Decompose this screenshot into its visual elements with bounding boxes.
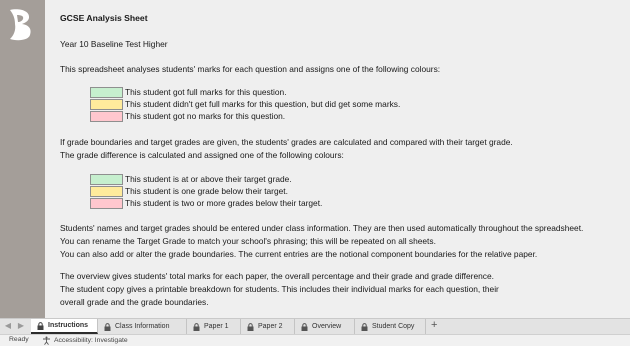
overview-line: The overview gives students' total marks… bbox=[60, 271, 494, 281]
scroll-tabs-right-icon[interactable]: ▶ bbox=[16, 321, 26, 333]
add-sheet-button[interactable]: + bbox=[431, 319, 437, 331]
tab-label: Class Information bbox=[115, 323, 170, 330]
tab-instructions[interactable]: Instructions bbox=[31, 319, 98, 334]
info-line: You can also add or alter the grade boun… bbox=[60, 249, 538, 259]
tab-class-information[interactable]: Class Information bbox=[98, 319, 187, 334]
grade-key-label: This student is two or more grades below… bbox=[125, 198, 323, 208]
tab-label: Paper 1 bbox=[204, 323, 229, 330]
accessibility-text: Accessibility: Investigate bbox=[54, 337, 128, 344]
grade-paragraph: The grade difference is calculated and a… bbox=[60, 150, 344, 160]
marks-key-label: This student got full marks for this que… bbox=[125, 87, 287, 97]
marks-key-label: This student got no marks for this quest… bbox=[125, 111, 286, 121]
status-bar: Ready Accessibility: Investigate bbox=[0, 334, 630, 346]
tab-paper-2[interactable]: Paper 2 bbox=[241, 319, 295, 334]
info-line: You can rename the Target Grade to match… bbox=[60, 236, 436, 246]
lock-icon bbox=[193, 322, 200, 331]
lock-icon bbox=[37, 321, 44, 330]
document-title: GCSE Analysis Sheet bbox=[60, 13, 148, 23]
accessibility-icon bbox=[43, 336, 50, 345]
intro-text: This spreadsheet analyses students' mark… bbox=[60, 64, 441, 74]
yellow-swatch bbox=[90, 185, 123, 197]
grade-paragraph: If grade boundaries and target grades ar… bbox=[60, 137, 513, 147]
grade-key-one-below: This student is one grade below their ta… bbox=[90, 185, 288, 197]
yellow-swatch bbox=[90, 98, 123, 110]
tab-overview[interactable]: Overview bbox=[295, 319, 355, 334]
grade-key-label: This student is one grade below their ta… bbox=[125, 186, 288, 196]
lock-icon bbox=[301, 322, 308, 331]
sheet-tab-bar: ◀ ▶ Instructions Class Information Paper… bbox=[0, 318, 630, 334]
scroll-tabs-left-icon[interactable]: ◀ bbox=[3, 321, 13, 333]
overview-line: The student copy gives a printable break… bbox=[60, 284, 499, 294]
info-line: Students' names and target grades should… bbox=[60, 223, 584, 233]
tab-label: Instructions bbox=[48, 322, 89, 329]
marks-key-full: This student got full marks for this que… bbox=[90, 86, 287, 98]
grade-key-two-below: This student is two or more grades below… bbox=[90, 197, 322, 209]
lock-icon bbox=[361, 322, 368, 331]
tab-student-copy[interactable]: Student Copy bbox=[355, 319, 426, 334]
tab-label: Paper 2 bbox=[258, 323, 283, 330]
document-subtitle: Year 10 Baseline Test Higher bbox=[60, 39, 168, 49]
green-swatch bbox=[90, 173, 123, 185]
lock-icon bbox=[247, 322, 254, 331]
instructions-sheet: GCSE Analysis Sheet Year 10 Baseline Tes… bbox=[45, 0, 630, 318]
green-swatch bbox=[90, 86, 123, 98]
marks-key-none: This student got no marks for this quest… bbox=[90, 110, 285, 122]
brand-logo-icon bbox=[10, 9, 31, 41]
overview-line: overall grade and the grade boundaries. bbox=[60, 297, 209, 307]
grade-key-label: This student is at or above their target… bbox=[125, 174, 292, 184]
tab-paper-1[interactable]: Paper 1 bbox=[187, 319, 241, 334]
status-ready-text: Ready bbox=[9, 336, 29, 343]
tab-label: Overview bbox=[312, 323, 342, 330]
marks-key-partial: This student didn't get full marks for t… bbox=[90, 98, 400, 110]
marks-key-label: This student didn't get full marks for t… bbox=[125, 99, 401, 109]
red-swatch bbox=[90, 110, 123, 122]
tab-label: Student Copy bbox=[372, 323, 415, 330]
accessibility-status[interactable]: Accessibility: Investigate bbox=[42, 336, 128, 345]
lock-icon bbox=[104, 322, 111, 331]
left-sidebar bbox=[0, 0, 45, 318]
red-swatch bbox=[90, 197, 123, 209]
grade-key-at-target: This student is at or above their target… bbox=[90, 173, 292, 185]
